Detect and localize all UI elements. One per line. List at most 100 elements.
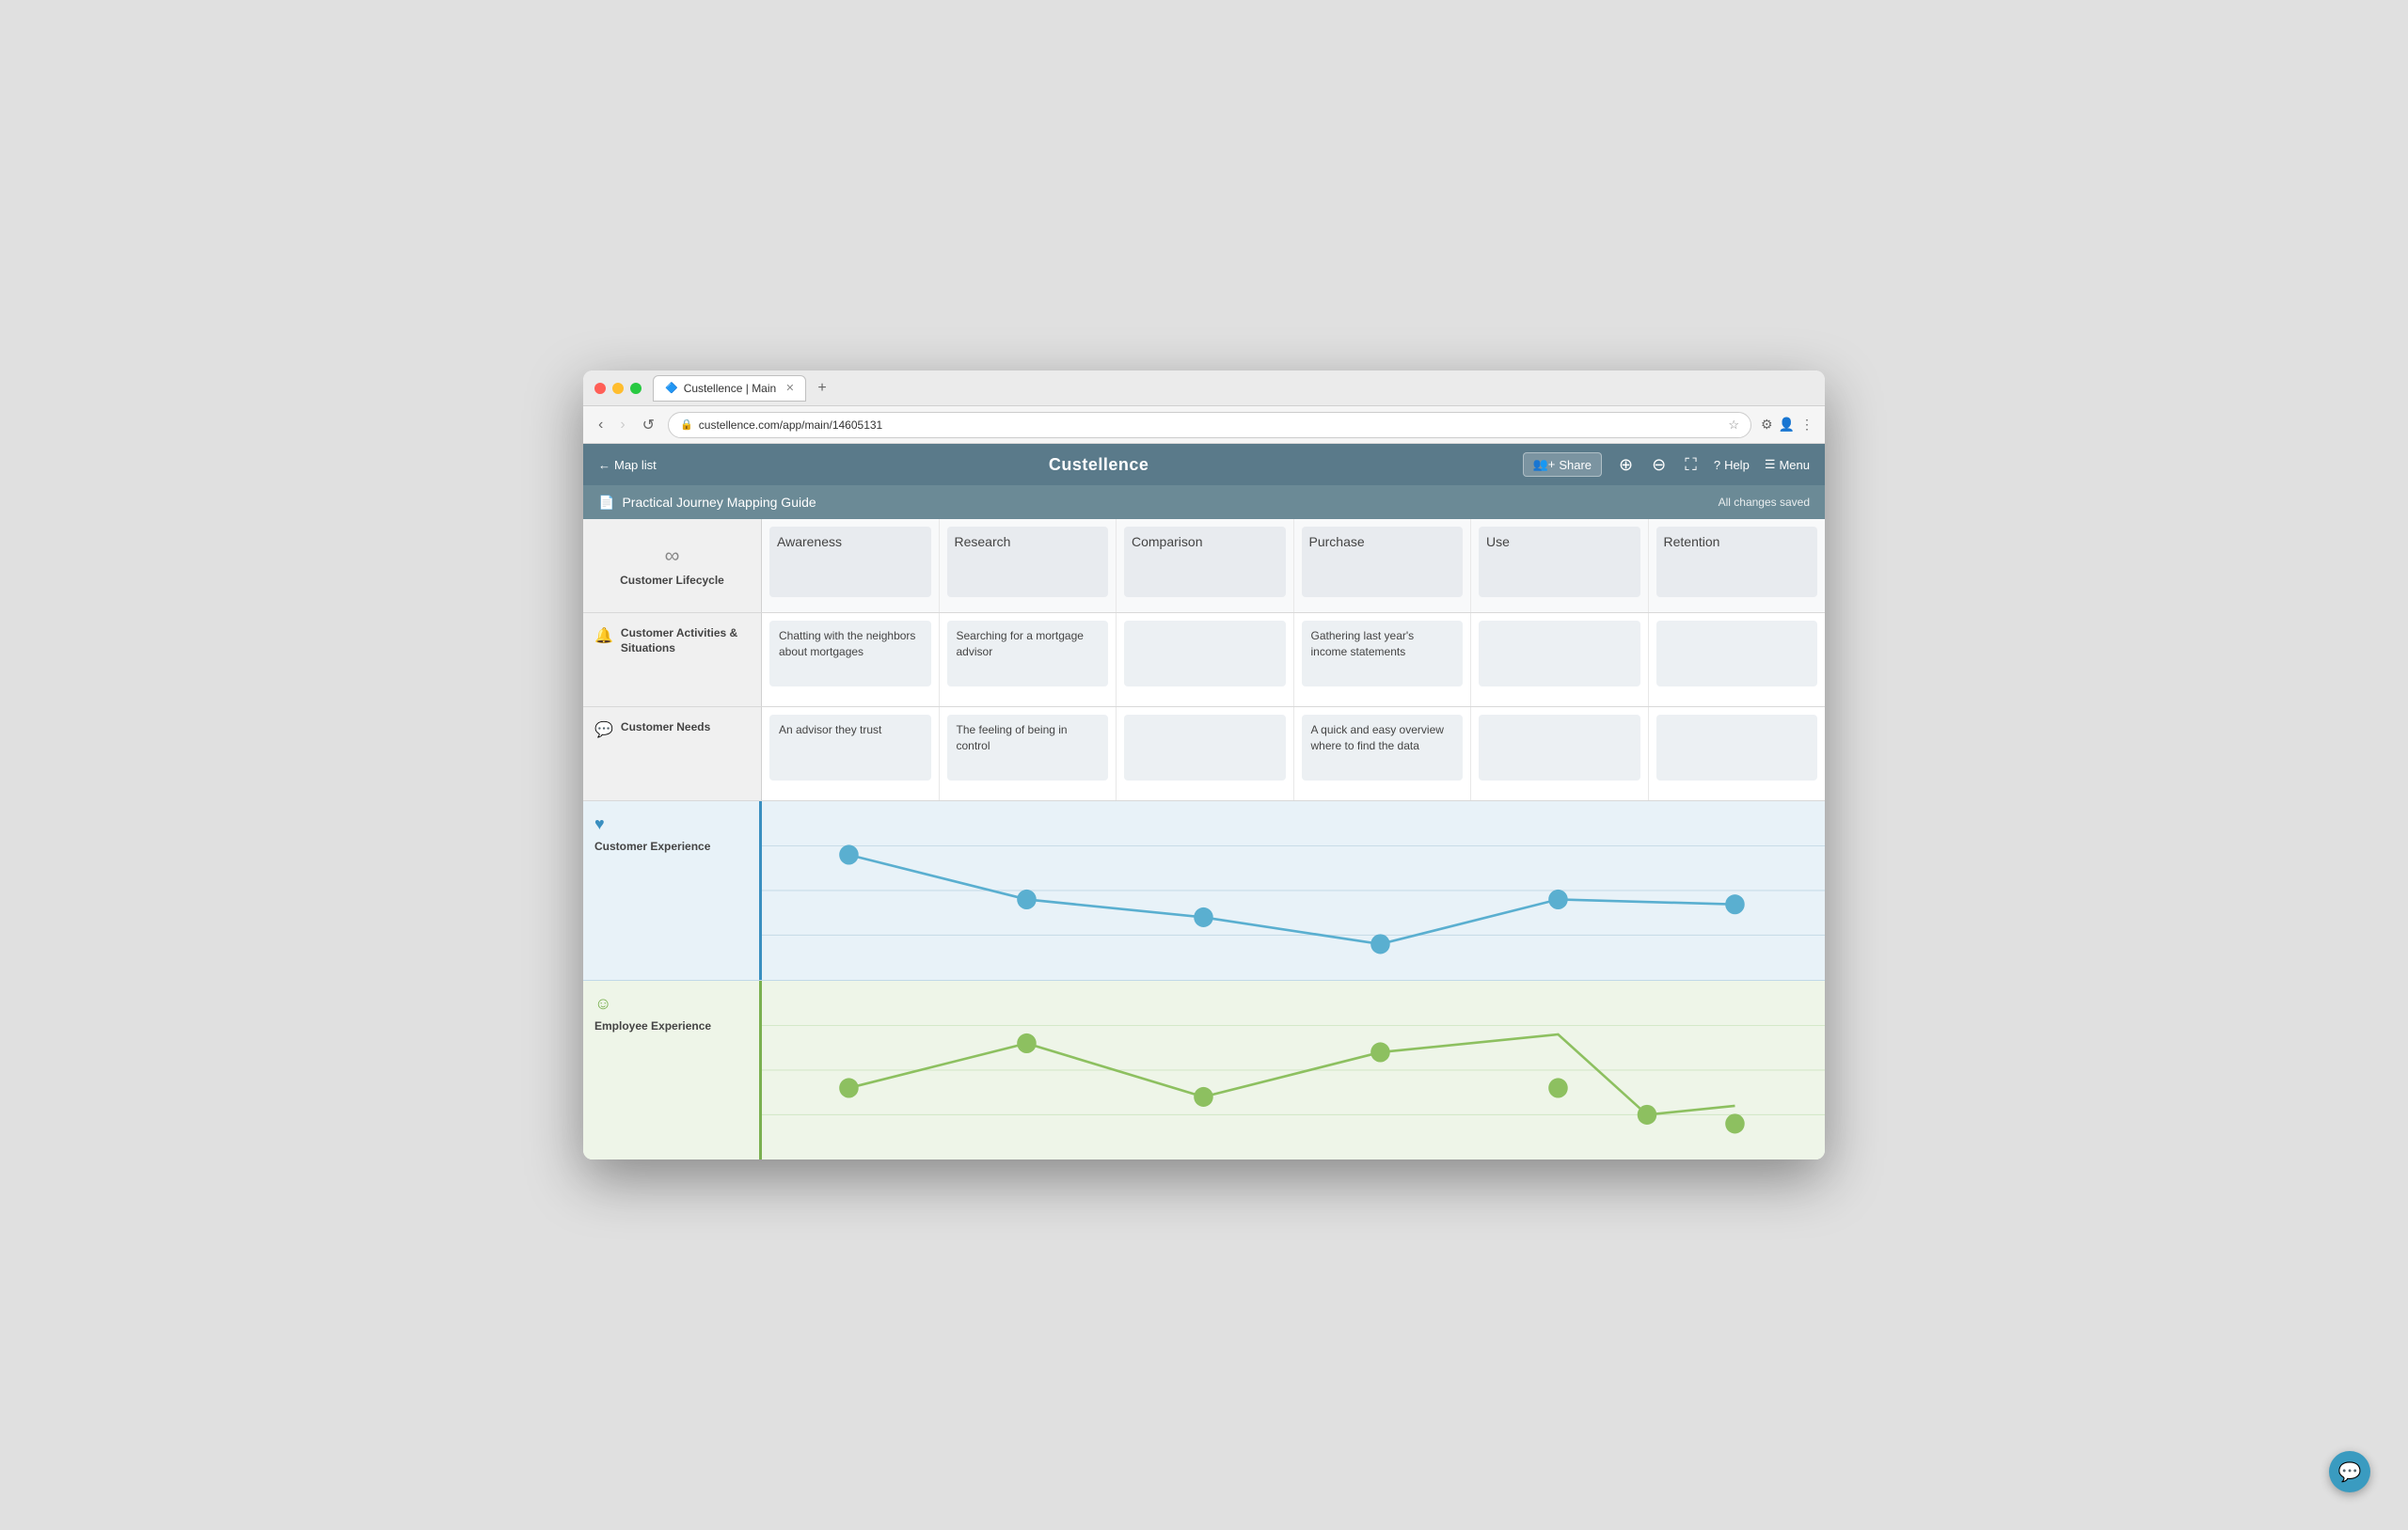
- document-icon: 📄: [598, 495, 614, 511]
- lifecycle-cell-comparison[interactable]: Comparison: [1117, 519, 1294, 612]
- zoom-in-button[interactable]: ⊕: [1617, 453, 1635, 477]
- activities-cell-0[interactable]: Chatting with the neighbors about mortga…: [762, 613, 940, 706]
- customer-exp-point-2[interactable]: [1194, 907, 1213, 927]
- activities-cell-3[interactable]: Gathering last year's income statements: [1294, 613, 1472, 706]
- activities-card-0: Chatting with the neighbors about mortga…: [769, 621, 931, 686]
- activities-cell-4[interactable]: [1471, 613, 1649, 706]
- share-label: Share: [1559, 458, 1592, 472]
- lifecycle-cell-use[interactable]: Use: [1471, 519, 1649, 612]
- reload-button[interactable]: ↺: [639, 414, 658, 436]
- needs-card-0: An advisor they trust: [769, 715, 931, 781]
- help-button[interactable]: ? Help: [1714, 458, 1750, 472]
- needs-card-2: [1124, 715, 1286, 781]
- customer-exp-row-label: Customer Experience: [594, 840, 710, 855]
- chat-icon: 💬: [2338, 1460, 2362, 1484]
- lifecycle-cell-purchase[interactable]: Purchase: [1294, 519, 1472, 612]
- profile-icon[interactable]: 👤: [1779, 417, 1795, 433]
- menu-button[interactable]: ☰ Menu: [1765, 457, 1810, 472]
- customer-exp-point-3[interactable]: [1370, 934, 1390, 954]
- employee-exp-svg: [762, 981, 1825, 1159]
- help-label: Help: [1724, 458, 1750, 472]
- document-title: Practical Journey Mapping Guide: [622, 495, 1710, 510]
- activities-label-col: 🔔 Customer Activities & Situations: [583, 613, 762, 706]
- minimize-traffic-light[interactable]: [612, 383, 624, 394]
- employee-exp-point-4[interactable]: [1548, 1078, 1568, 1097]
- fullscreen-traffic-light[interactable]: [630, 383, 642, 394]
- employee-exp-point-5[interactable]: [1638, 1105, 1657, 1125]
- chat-button[interactable]: 💬: [2329, 1451, 2370, 1492]
- needs-cell-4[interactable]: [1471, 707, 1649, 800]
- needs-cell-5[interactable]: [1649, 707, 1826, 800]
- lifecycle-cell-awareness[interactable]: Awareness: [762, 519, 940, 612]
- urlbar: ‹ › ↺ 🔒 custellence.com/app/main/1460513…: [583, 406, 1825, 444]
- activities-card-4: [1479, 621, 1640, 686]
- lifecycle-card-retention: Retention: [1656, 527, 1818, 597]
- needs-cell-0[interactable]: An advisor they trust: [762, 707, 940, 800]
- tab-area: 🔷 Custellence | Main ✕ +: [653, 375, 1814, 402]
- activities-row-label: Customer Activities & Situations: [621, 626, 750, 655]
- lock-icon: 🔒: [680, 418, 693, 431]
- customer-exp-point-4[interactable]: [1548, 890, 1568, 909]
- close-traffic-light[interactable]: [594, 383, 606, 394]
- share-button[interactable]: 👥+ Share: [1523, 452, 1602, 477]
- lifecycle-row: ∞ Customer Lifecycle Awareness Research …: [583, 519, 1825, 613]
- activities-cell-5[interactable]: [1649, 613, 1826, 706]
- needs-card-3: A quick and easy overview where to find …: [1302, 715, 1464, 781]
- lifecycle-cell-research[interactable]: Research: [940, 519, 1117, 612]
- lifecycle-card-purchase: Purchase: [1302, 527, 1464, 597]
- traffic-lights: [594, 383, 642, 394]
- active-tab[interactable]: 🔷 Custellence | Main ✕: [653, 375, 806, 402]
- extensions-icon[interactable]: ⚙: [1761, 417, 1773, 433]
- browser-toolbar-icons: ⚙ 👤 ⋮: [1761, 417, 1814, 433]
- customer-exp-svg: [762, 801, 1825, 980]
- more-icon[interactable]: ⋮: [1800, 417, 1814, 433]
- lifecycle-card-use: Use: [1479, 527, 1640, 597]
- smiley-icon: ☺: [594, 994, 611, 1014]
- employee-exp-point-2[interactable]: [1194, 1087, 1213, 1107]
- menu-label: Menu: [1779, 458, 1810, 472]
- needs-cell-1[interactable]: The feeling of being in control: [940, 707, 1117, 800]
- customer-exp-chart: [762, 801, 1825, 980]
- needs-card-1: The feeling of being in control: [947, 715, 1109, 781]
- url-text: custellence.com/app/main/14605131: [699, 418, 1723, 432]
- needs-cell-2[interactable]: [1117, 707, 1294, 800]
- hamburger-icon: ☰: [1765, 457, 1776, 472]
- new-tab-button[interactable]: +: [814, 380, 830, 397]
- document-header: 📄 Practical Journey Mapping Guide All ch…: [583, 485, 1825, 519]
- employee-exp-label-col: ☺ Employee Experience: [583, 981, 762, 1159]
- zoom-out-button[interactable]: ⊖: [1650, 453, 1668, 477]
- lifecycle-card-awareness: Awareness: [769, 527, 931, 597]
- app-title: Custellence: [675, 455, 1523, 475]
- url-box[interactable]: 🔒 custellence.com/app/main/14605131 ☆: [668, 412, 1751, 438]
- employee-exp-point-3[interactable]: [1370, 1042, 1390, 1062]
- save-status: All changes saved: [1719, 496, 1810, 509]
- app-nav: ← Map list Custellence 👥+ Share ⊕ ⊖ ⛶ ? …: [583, 444, 1825, 485]
- back-to-map-list[interactable]: ← Map list: [598, 458, 657, 472]
- back-button[interactable]: ‹: [594, 415, 607, 435]
- lifecycle-card-comparison: Comparison: [1124, 527, 1286, 597]
- customer-experience-section: ♥ Customer Experience: [583, 801, 1825, 981]
- needs-cell-3[interactable]: A quick and easy overview where to find …: [1294, 707, 1472, 800]
- customer-exp-point-1[interactable]: [1017, 890, 1037, 909]
- heart-icon: ♥: [594, 814, 605, 834]
- employee-exp-point-6[interactable]: [1725, 1113, 1745, 1133]
- employee-exp-point-0[interactable]: [839, 1078, 859, 1097]
- customer-exp-point-0[interactable]: [839, 845, 859, 865]
- activities-cell-1[interactable]: Searching for a mortgage advisor: [940, 613, 1117, 706]
- back-label: Map list: [614, 458, 657, 472]
- customer-exp-point-5[interactable]: [1725, 894, 1745, 914]
- activities-card-3: Gathering last year's income statements: [1302, 621, 1464, 686]
- lifecycle-card-research: Research: [947, 527, 1109, 597]
- bookmark-icon[interactable]: ☆: [1728, 418, 1739, 433]
- forward-button[interactable]: ›: [616, 415, 628, 435]
- fullscreen-button[interactable]: ⛶: [1683, 453, 1699, 477]
- lifecycle-icon: ∞: [665, 544, 680, 568]
- lifecycle-cell-retention[interactable]: Retention: [1649, 519, 1826, 612]
- activities-card-2: [1124, 621, 1286, 686]
- employee-exp-point-1[interactable]: [1017, 1033, 1037, 1053]
- activities-cell-2[interactable]: [1117, 613, 1294, 706]
- tab-close-btn[interactable]: ✕: [785, 382, 794, 394]
- browser-window: 🔷 Custellence | Main ✕ + ‹ › ↺ 🔒 custell…: [583, 371, 1825, 1159]
- activities-card-1: Searching for a mortgage advisor: [947, 621, 1109, 686]
- needs-icon: 💬: [594, 720, 613, 739]
